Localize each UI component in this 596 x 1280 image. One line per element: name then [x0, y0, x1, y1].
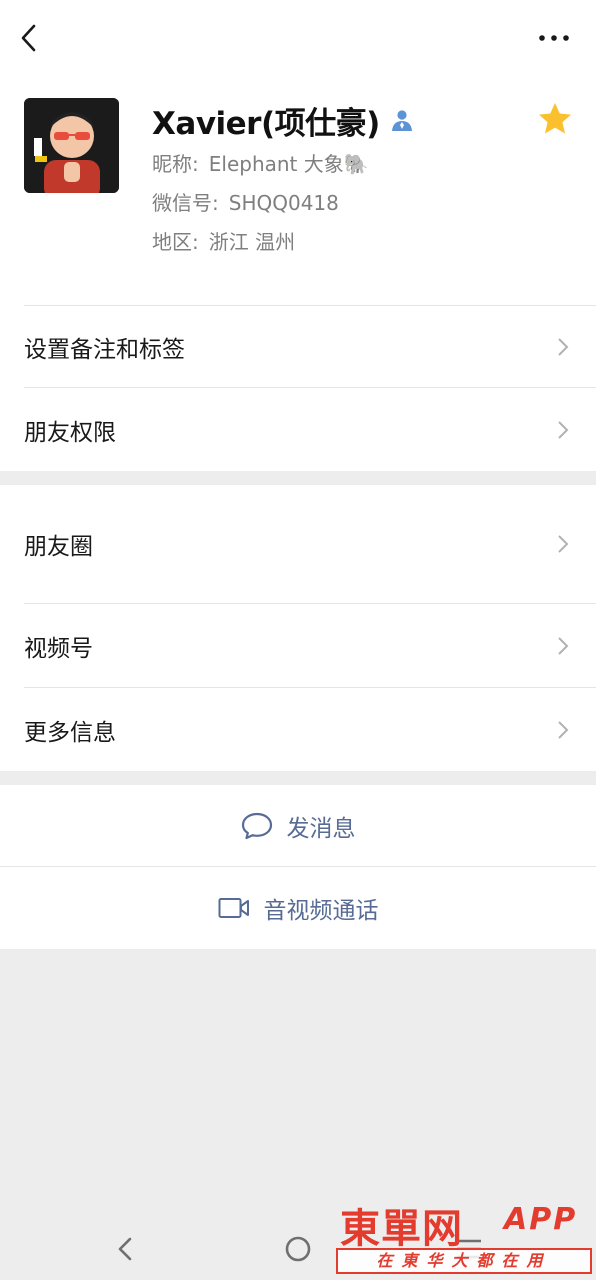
watermark-app: APP — [504, 1202, 578, 1237]
watermark-main: 東單网 — [340, 1206, 463, 1252]
more-info-label: 更多信息 — [24, 719, 116, 746]
friend-permissions-item[interactable]: 朋友权限 — [0, 388, 596, 471]
wechat-id-value: SHQQ0418 — [228, 191, 339, 215]
video-call-button[interactable]: 音视频通话 — [0, 867, 596, 949]
friend-permissions-label: 朋友权限 — [24, 419, 116, 446]
chevron-right-icon — [558, 420, 569, 439]
set-remark-tags-label: 设置备注和标签 — [24, 336, 185, 363]
info-section: 朋友圈 视频号 更多信息 — [0, 485, 596, 771]
region-label: 地区: — [152, 230, 199, 254]
chevron-right-icon — [558, 337, 569, 356]
region-row: 地区: 浙江 温州 — [152, 228, 295, 256]
wechat-id-row: 微信号: SHQQ0418 — [152, 189, 339, 217]
send-message-button[interactable]: 发消息 — [0, 785, 596, 866]
profile-header: Xavier(项仕豪) 昵称: Elephant 大象🐘 微信号: SHQQ0418… — [0, 0, 596, 305]
moments-item[interactable]: 朋友圈 — [0, 485, 596, 603]
video-camera-icon — [218, 898, 249, 918]
avatar[interactable] — [24, 98, 119, 193]
male-icon — [391, 110, 412, 131]
settings-section: 设置备注和标签 朋友权限 — [0, 305, 596, 471]
contact-name: Xavier(项仕豪) — [152, 105, 380, 142]
moments-label: 朋友圈 — [24, 534, 93, 560]
set-remark-tags-item[interactable]: 设置备注和标签 — [0, 305, 596, 388]
more-info-item[interactable]: 更多信息 — [0, 688, 596, 771]
name-row: Xavier(项仕豪) — [152, 98, 414, 142]
region-value: 浙江 温州 — [208, 230, 296, 254]
chat-bubble-icon — [241, 812, 272, 839]
back-icon[interactable] — [14, 20, 48, 56]
nickname-value: Elephant 大象🐘 — [208, 152, 369, 176]
channels-label: 视频号 — [24, 635, 93, 662]
wechat-id-label: 微信号: — [152, 191, 219, 215]
chevron-right-icon — [558, 535, 569, 553]
send-message-label: 发消息 — [286, 815, 356, 842]
nav-back-icon[interactable] — [114, 1236, 136, 1262]
video-call-label: 音视频通话 — [263, 898, 379, 924]
watermark: 東單网 APP 在東华大都在用 — [336, 1196, 592, 1276]
chevron-right-icon — [558, 720, 569, 739]
channels-item[interactable]: 视频号 — [0, 604, 596, 687]
nickname-row: 昵称: Elephant 大象🐘 — [152, 150, 369, 178]
more-options-icon[interactable] — [536, 28, 572, 48]
watermark-slogan: 在東华大都在用 — [336, 1248, 592, 1274]
star-icon[interactable] — [536, 100, 574, 138]
nav-home-icon[interactable] — [284, 1235, 312, 1263]
nickname-label: 昵称: — [152, 152, 199, 176]
chevron-right-icon — [558, 636, 569, 655]
